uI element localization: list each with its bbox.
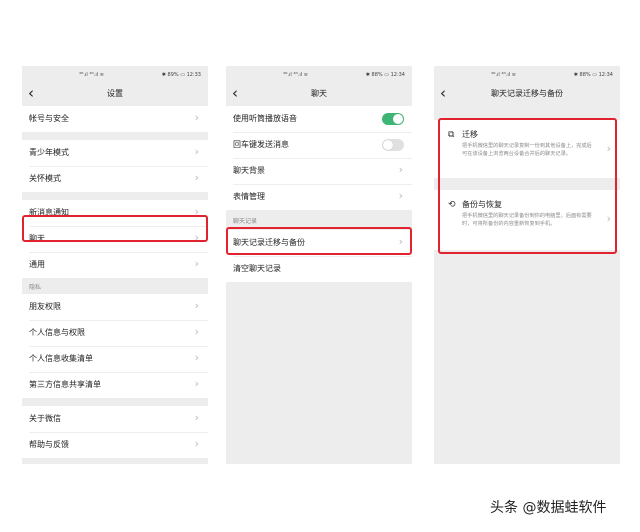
settings-item-care-mode[interactable]: 关怀模式 ›: [22, 166, 208, 192]
chevron-right-icon: ›: [194, 325, 199, 338]
chat-item-enter-to-send: 回车键发送消息: [226, 132, 412, 158]
page-title: 聊天: [311, 89, 327, 98]
chevron-right-icon: ›: [194, 411, 199, 424]
nav-bar: ‹ 设置: [22, 82, 208, 106]
chat-item-background[interactable]: 聊天背景 ›: [226, 158, 412, 184]
status-right: ✱ 89% ▭ 12:33: [161, 72, 201, 78]
chat-item-clear-records[interactable]: 清空聊天记录: [226, 256, 412, 282]
chevron-right-icon: ›: [194, 377, 199, 390]
chevron-right-icon: ›: [194, 111, 199, 124]
settings-item-personal-info[interactable]: 个人信息与权限 ›: [22, 320, 208, 346]
status-bar: ⁴ᴳ.ıl ⁴ᴳ.ıl ≋ ✱ 88% ▭ 12:34: [226, 66, 412, 82]
chevron-right-icon: ›: [398, 189, 403, 202]
chat-item-earpiece-playback: 使用听筒播放语音: [226, 106, 412, 132]
signal-indicator: ⁴ᴳ.ıl ⁴ᴳ.ıl ≋: [283, 72, 308, 78]
chevron-right-icon: ›: [194, 437, 199, 450]
settings-item-about[interactable]: 关于微信 ›: [22, 406, 208, 432]
chevron-right-icon: ›: [194, 171, 199, 184]
chat-item-stickers[interactable]: 表情管理 ›: [226, 184, 412, 210]
chevron-right-icon: ›: [194, 351, 199, 364]
chevron-right-icon: ›: [194, 257, 199, 270]
chevron-right-icon: ›: [194, 299, 199, 312]
chat-settings-screen: ⁴ᴳ.ıl ⁴ᴳ.ıl ≋ ✱ 88% ▭ 12:34 ‹ 聊天 使用听筒播放语…: [226, 66, 412, 464]
settings-item-help[interactable]: 帮助与反馈 ›: [22, 432, 208, 458]
signal-indicator: ⁴ᴳ.ıl ⁴ᴳ.ıl ≋: [491, 72, 516, 78]
status-right: ✱ 88% ▭ 12:34: [573, 72, 613, 78]
settings-item-teen-mode[interactable]: 青少年模式 ›: [22, 140, 208, 166]
settings-item-general[interactable]: 通用 ›: [22, 252, 208, 278]
migrate-backup-screen: ⁴ᴳ.ıl ⁴ᴳ.ıl ≋ ✱ 88% ▭ 12:34 ‹ 聊天记录迁移与备份 …: [434, 66, 620, 464]
page-title: 聊天记录迁移与备份: [491, 89, 563, 98]
highlight-cards: [438, 118, 617, 254]
settings-item-friend-permissions[interactable]: 朋友权限 ›: [22, 294, 208, 320]
earpiece-toggle[interactable]: [382, 113, 404, 125]
status-right: ✱ 88% ▭ 12:34: [365, 72, 405, 78]
chevron-right-icon: ›: [398, 163, 403, 176]
section-label-privacy: 隐私: [29, 284, 42, 291]
status-bar: ⁴ᴳ.ıl ⁴ᴳ.ıl ≋ ✱ 88% ▭ 12:34: [434, 66, 620, 82]
nav-bar: ‹ 聊天: [226, 82, 412, 106]
settings-screen: ⁴ᴳ.ıl ⁴ᴳ.ıl ≋ ✱ 89% ▭ 12:33 ‹ 设置 帐号与安全 ›…: [22, 66, 208, 464]
settings-item-third-party-sharing[interactable]: 第三方信息共享清单 ›: [22, 372, 208, 398]
settings-item-account-security[interactable]: 帐号与安全 ›: [22, 106, 208, 132]
signal-indicator: ⁴ᴳ.ıl ⁴ᴳ.ıl ≋: [79, 72, 104, 78]
settings-item-info-collection[interactable]: 个人信息收集清单 ›: [22, 346, 208, 372]
watermark: 头条 @数据蛙软件: [490, 500, 607, 516]
highlight-migrate-backup: [226, 227, 412, 255]
highlight-chat-item: [22, 215, 208, 242]
page-title: 设置: [107, 89, 123, 98]
chevron-right-icon: ›: [194, 145, 199, 158]
status-bar: ⁴ᴳ.ıl ⁴ᴳ.ıl ≋ ✱ 89% ▭ 12:33: [22, 66, 208, 82]
enter-send-toggle[interactable]: [382, 139, 404, 151]
nav-bar: ‹ 聊天记录迁移与备份: [434, 82, 620, 106]
